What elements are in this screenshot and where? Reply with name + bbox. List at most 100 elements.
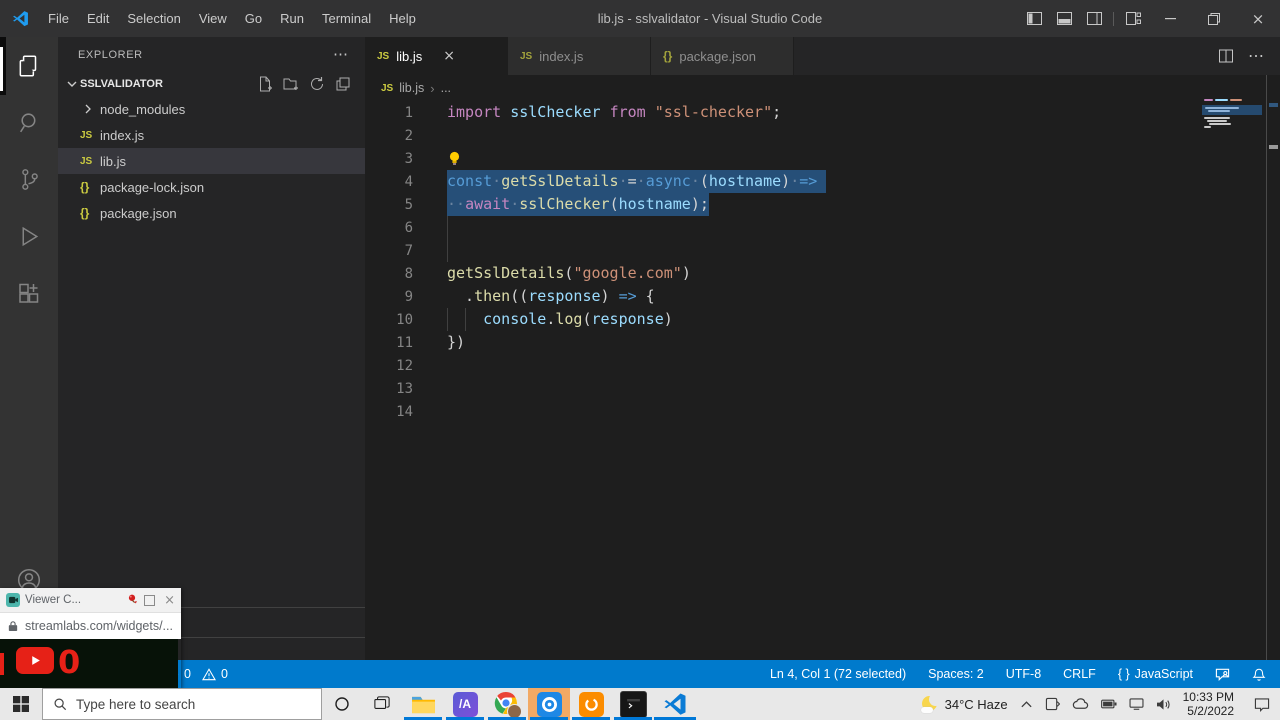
hidden-icons-chevron-icon[interactable] bbox=[1020, 700, 1033, 709]
line-content: ··await·sslChecker(hostname); bbox=[447, 193, 709, 216]
tab-more-icon[interactable]: ⋯ bbox=[1248, 46, 1264, 66]
line-content: import sslChecker from "ssl-checker"; bbox=[447, 101, 781, 124]
sidebar-more-icon[interactable]: ⋯ bbox=[333, 45, 349, 63]
feedback-icon[interactable] bbox=[1215, 667, 1230, 682]
cursor-position[interactable]: Ln 4, Col 1 (72 selected) bbox=[770, 667, 906, 681]
task-view-icon[interactable] bbox=[362, 688, 402, 720]
toggle-sidebar-icon[interactable] bbox=[1019, 0, 1049, 37]
toggle-secondary-sidebar-icon[interactable] bbox=[1079, 0, 1109, 37]
code-line-4[interactable]: 4const·getSslDetails·=·async·(hostname)·… bbox=[365, 170, 1280, 193]
line-number: 3 bbox=[365, 151, 447, 167]
tab-bar: JSlib.js×JSindex.js{}package.json ⋯ bbox=[365, 37, 1280, 75]
weather-widget[interactable]: 34°C Haze bbox=[921, 695, 1008, 713]
toggle-panel-icon[interactable] bbox=[1049, 0, 1079, 37]
language-mode[interactable]: { } JavaScript bbox=[1118, 667, 1193, 681]
breadcrumb[interactable]: JS lib.js › ... bbox=[365, 75, 1280, 101]
battery-icon[interactable] bbox=[1101, 699, 1117, 709]
json-file-icon: {} bbox=[80, 206, 100, 220]
code-line-11[interactable]: 11}) bbox=[365, 331, 1280, 354]
restore-button[interactable] bbox=[1192, 0, 1236, 37]
new-folder-icon[interactable] bbox=[283, 76, 299, 92]
menu-terminal[interactable]: Terminal bbox=[313, 11, 380, 26]
encoding[interactable]: UTF-8 bbox=[1006, 667, 1041, 681]
indentation[interactable]: Spaces: 2 bbox=[928, 667, 984, 681]
taskbar-file-explorer[interactable] bbox=[402, 688, 444, 720]
file-tree-item-index.js[interactable]: JSindex.js bbox=[58, 122, 365, 148]
tab-label: index.js bbox=[539, 49, 583, 64]
menu-go[interactable]: Go bbox=[236, 11, 271, 26]
menu-help[interactable]: Help bbox=[380, 11, 425, 26]
file-tree-item-lib.js[interactable]: JSlib.js bbox=[58, 148, 365, 174]
file-tree-item-node_modules[interactable]: node_modules bbox=[58, 96, 365, 122]
popup-maximize-icon[interactable] bbox=[144, 595, 155, 606]
breadcrumb-file[interactable]: lib.js bbox=[399, 81, 424, 95]
code-line-8[interactable]: 8getSslDetails("google.com") bbox=[365, 262, 1280, 285]
taskbar-chrome[interactable] bbox=[486, 688, 528, 720]
popup-url[interactable]: streamlabs.com/widgets/... bbox=[25, 619, 173, 633]
code-line-10[interactable]: 10 console.log(response) bbox=[365, 308, 1280, 331]
refresh-icon[interactable] bbox=[309, 76, 325, 92]
code-line-9[interactable]: 9 .then((response) => { bbox=[365, 285, 1280, 308]
taskbar-clock[interactable]: 10:33 PM 5/2/2022 bbox=[1183, 690, 1234, 718]
cortana-icon[interactable] bbox=[322, 688, 362, 720]
taskbar-search-input[interactable]: Type here to search bbox=[42, 688, 322, 720]
breadcrumb-symbol[interactable]: ... bbox=[441, 81, 451, 95]
menu-view[interactable]: View bbox=[190, 11, 236, 26]
code-line-3[interactable]: 3 bbox=[365, 147, 1280, 170]
taskbar-terminal[interactable] bbox=[612, 688, 654, 720]
code-line-2[interactable]: 2 bbox=[365, 124, 1280, 147]
menu-run[interactable]: Run bbox=[271, 11, 313, 26]
tablet-sync-icon[interactable] bbox=[1045, 697, 1060, 711]
run-debug-icon[interactable] bbox=[0, 208, 58, 265]
menu-selection[interactable]: Selection bbox=[118, 11, 189, 26]
code-line-6[interactable]: 6 bbox=[365, 216, 1280, 239]
code-line-12[interactable]: 12 bbox=[365, 354, 1280, 377]
tab-package.json[interactable]: {}package.json bbox=[651, 37, 794, 75]
taskbar-xampp[interactable] bbox=[570, 688, 612, 720]
lightbulb-icon[interactable] bbox=[448, 151, 461, 166]
code-line-1[interactable]: 1import sslChecker from "ssl-checker"; bbox=[365, 101, 1280, 124]
tab-index.js[interactable]: JSindex.js bbox=[508, 37, 651, 75]
editor-scrollbar[interactable] bbox=[1266, 75, 1280, 660]
search-icon[interactable] bbox=[0, 94, 58, 151]
start-button[interactable] bbox=[0, 688, 42, 720]
minimap[interactable] bbox=[1204, 99, 1262, 129]
pushpin-icon[interactable] bbox=[125, 593, 139, 607]
clock-date: 5/2/2022 bbox=[1183, 704, 1234, 718]
tab-close-icon[interactable]: × bbox=[443, 48, 455, 64]
notifications-bell-icon[interactable] bbox=[1252, 667, 1266, 682]
workspace-section-header[interactable]: SSLVALIDATOR bbox=[58, 72, 365, 96]
file-tree-item-package.json[interactable]: {}package.json bbox=[58, 200, 365, 226]
explorer-icon[interactable] bbox=[0, 37, 58, 94]
activity-bar bbox=[0, 37, 58, 660]
minimize-button[interactable] bbox=[1148, 0, 1192, 37]
menu-edit[interactable]: Edit bbox=[78, 11, 118, 26]
volume-icon[interactable] bbox=[1156, 698, 1171, 711]
taskbar-vscode[interactable] bbox=[654, 688, 696, 720]
eol-sequence[interactable]: CRLF bbox=[1063, 667, 1096, 681]
code-line-13[interactable]: 13 bbox=[365, 377, 1280, 400]
popup-close-icon[interactable]: × bbox=[164, 593, 175, 608]
code-line-7[interactable]: 7 bbox=[365, 239, 1280, 262]
network-icon[interactable] bbox=[1129, 698, 1144, 710]
taskbar-streamlabs[interactable] bbox=[528, 688, 570, 720]
customize-layout-icon[interactable] bbox=[1118, 0, 1148, 37]
popup-address-bar[interactable]: streamlabs.com/widgets/... bbox=[0, 612, 181, 639]
source-control-icon[interactable] bbox=[0, 151, 58, 208]
code-area[interactable]: 1import sslChecker from "ssl-checker";2 3… bbox=[365, 101, 1280, 423]
tab-lib.js[interactable]: JSlib.js× bbox=[365, 37, 508, 75]
action-center-icon[interactable] bbox=[1254, 697, 1270, 712]
new-file-icon[interactable] bbox=[257, 76, 273, 92]
close-button[interactable]: × bbox=[1236, 0, 1280, 37]
file-tree-item-package-lock.json[interactable]: {}package-lock.json bbox=[58, 174, 365, 200]
split-editor-icon[interactable] bbox=[1218, 48, 1234, 64]
code-line-5[interactable]: 5··await·sslChecker(hostname); bbox=[365, 193, 1280, 216]
onedrive-cloud-icon[interactable] bbox=[1072, 698, 1089, 710]
status-bar: 0 0 Ln 4, Col 1 (72 selected) Spaces: 2 … bbox=[0, 660, 1280, 688]
popup-title-bar[interactable]: Viewer C... × bbox=[0, 588, 181, 612]
menu-file[interactable]: File bbox=[39, 11, 78, 26]
extensions-icon[interactable] bbox=[0, 265, 58, 322]
taskbar-app-a[interactable]: /A bbox=[444, 688, 486, 720]
code-line-14[interactable]: 14 bbox=[365, 400, 1280, 423]
collapse-folders-icon[interactable] bbox=[335, 76, 351, 92]
